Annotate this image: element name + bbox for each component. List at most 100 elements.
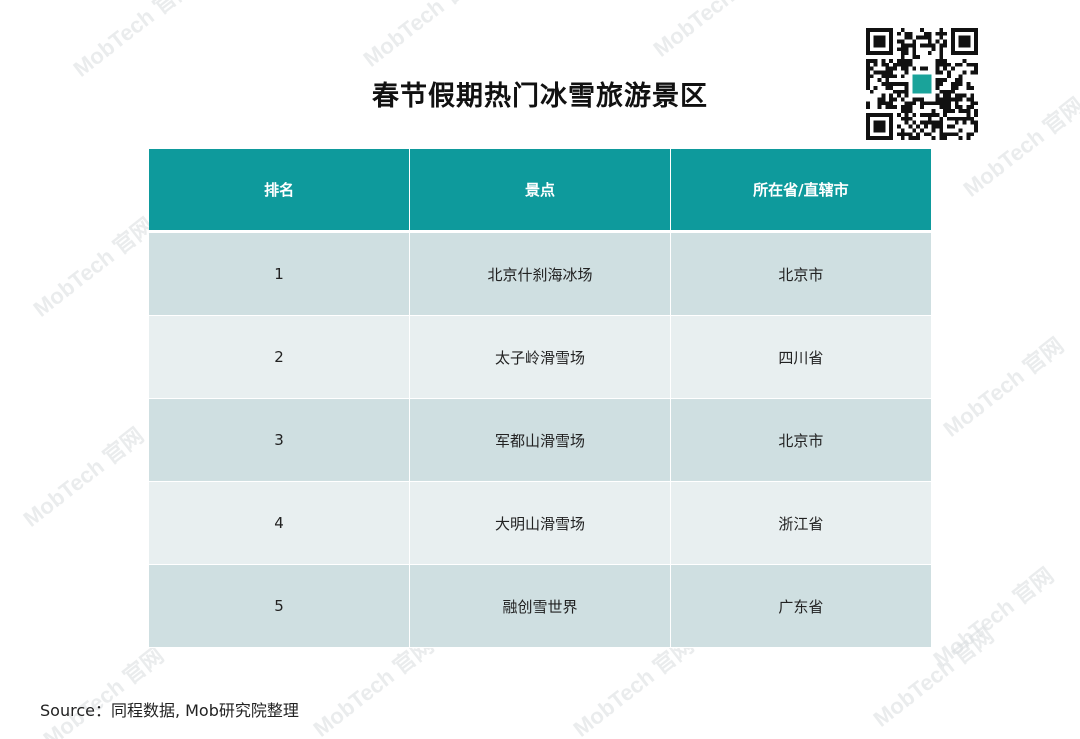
province-cell: 四川省 (670, 315, 931, 399)
qr-module (889, 97, 894, 102)
qr-module (889, 66, 894, 71)
qr-module (935, 66, 940, 71)
qr-module (931, 120, 936, 125)
qr-module (923, 132, 928, 137)
qr-module (950, 66, 955, 71)
qr-module (916, 132, 921, 137)
qr-module (920, 66, 924, 71)
qr-module (920, 101, 924, 106)
qr-module (966, 112, 971, 117)
qr-module (974, 128, 978, 133)
qr-module (939, 47, 944, 52)
qr-module (974, 112, 978, 117)
watermark: MobTech 官网 (28, 212, 159, 322)
qr-module (908, 136, 913, 140)
qr-module (943, 66, 948, 71)
qr-module (966, 109, 971, 113)
spot-cell: 太子岭滑雪场 (409, 315, 671, 399)
qr-module (950, 97, 955, 102)
qr-module (889, 101, 894, 106)
qr-module (935, 112, 940, 117)
qr-module (962, 109, 967, 113)
qr-module (939, 89, 944, 94)
qr-module (881, 93, 886, 98)
rank-cell: 3 (149, 398, 411, 482)
qr-module (900, 136, 905, 140)
qr-module (939, 62, 944, 67)
qr-module (939, 97, 944, 102)
qr-module (935, 39, 940, 44)
qr-module (927, 112, 932, 117)
qr-module (931, 101, 936, 106)
qr-module (954, 82, 959, 86)
rank-cell: 5 (149, 564, 411, 648)
qr-module (904, 93, 909, 98)
qr-module (962, 116, 967, 121)
qr-module (954, 116, 959, 121)
qr-module (877, 105, 882, 110)
qr-module (881, 82, 886, 86)
qr-module (954, 132, 959, 137)
qr-module (943, 112, 948, 117)
qr-module (927, 39, 932, 44)
qr-module (958, 93, 963, 98)
qr-module (966, 105, 971, 110)
qr-module (912, 39, 917, 44)
qr-module (904, 85, 909, 90)
qr-module (916, 35, 921, 40)
qr-module (935, 31, 940, 36)
qr-module (885, 82, 890, 86)
qr-module (904, 51, 909, 56)
table-row: 2 太子岭滑雪场 四川省 (149, 315, 931, 399)
qr-module (904, 105, 909, 110)
qr-module (947, 74, 951, 79)
qr-module (935, 101, 940, 106)
qr-module (893, 89, 897, 94)
qr-module (916, 97, 921, 102)
qr-module (927, 31, 932, 36)
qr-module (900, 105, 905, 110)
qr-module (866, 66, 870, 71)
qr-module (920, 28, 924, 32)
qr-module (962, 58, 967, 63)
qr-module (954, 101, 959, 106)
qr-module (900, 97, 905, 102)
qr-module (904, 47, 909, 52)
qr-module (920, 120, 924, 125)
qr-module (974, 66, 978, 71)
qr-module (927, 43, 932, 48)
qr-module (908, 35, 913, 40)
qr-module (958, 74, 963, 79)
watermark: MobTech 官网 (358, 0, 489, 72)
qr-module (943, 136, 948, 140)
qr-module (900, 132, 905, 137)
qr-module (893, 97, 897, 102)
qr-module (943, 132, 948, 137)
qr-module (923, 101, 928, 106)
qr-module (970, 105, 975, 110)
qr-module (900, 66, 905, 71)
qr-module (970, 97, 975, 102)
qr-module (885, 66, 890, 71)
qr-module (958, 78, 963, 83)
qr-module (958, 62, 963, 67)
qr-module (970, 116, 975, 121)
qr-module (943, 109, 948, 113)
qr-module (958, 109, 963, 113)
qr-module (943, 58, 948, 63)
qr-module (943, 93, 948, 98)
qr-module (954, 105, 959, 110)
table-header-row: 排名 景点 所在省/直辖市 (149, 149, 931, 233)
qr-module (873, 85, 878, 90)
watermark: MobTech 官网 (18, 422, 149, 532)
qr-module (947, 101, 951, 106)
qr-module (962, 70, 967, 75)
qr-module (893, 66, 897, 71)
qr-module (920, 97, 924, 102)
qr-module (935, 124, 940, 129)
qr-module (927, 116, 932, 121)
qr-module (970, 120, 975, 125)
qr-module (889, 93, 894, 98)
qr-module (939, 28, 944, 32)
qr-module (889, 85, 894, 90)
